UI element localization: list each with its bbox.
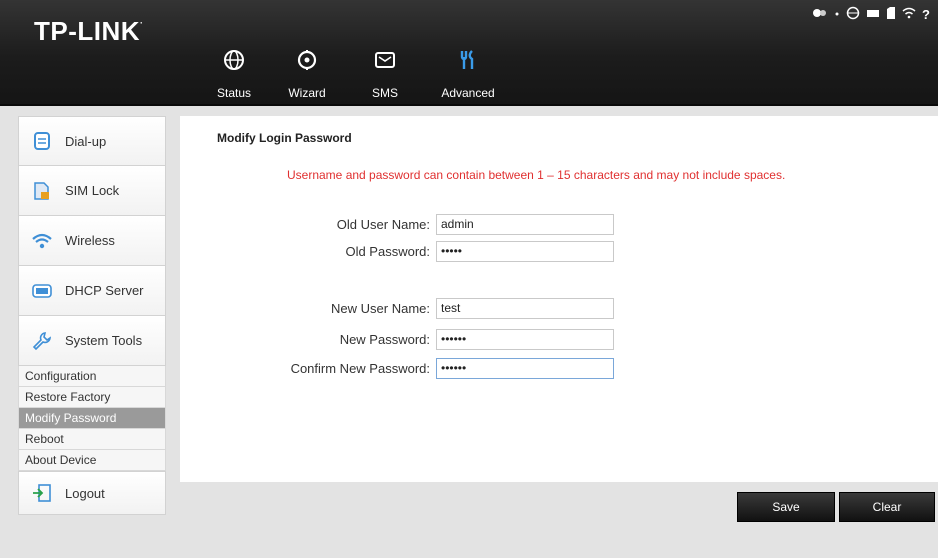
old-password-row: Old Password: (180, 240, 620, 262)
new-user-name-input[interactable] (436, 297, 614, 319)
nav-wizard[interactable]: Wizard (258, 40, 356, 104)
dot-icon (834, 6, 840, 23)
globe-icon (220, 46, 248, 74)
clear-button[interactable]: Clear (839, 492, 935, 522)
globe-status-icon (846, 6, 860, 23)
tools-icon (454, 46, 482, 74)
sidebar-subitem-configuration[interactable]: Configuration (18, 366, 166, 387)
wireless-icon (31, 230, 53, 252)
main-nav: Status Wizard SMS Advanced (210, 40, 522, 104)
sidebar-item-label: SIM Lock (65, 183, 120, 198)
nav-status-label: Status (216, 86, 252, 100)
main-content: Modify Login Password Username and passw… (180, 116, 938, 482)
status-bar: ? (812, 6, 930, 23)
sidebar-item-label: Wireless (65, 233, 115, 248)
wrench-icon (31, 330, 53, 352)
old-password-input[interactable] (436, 240, 614, 262)
nav-sms-label: SMS (371, 86, 398, 100)
sidebar-subitem-reboot[interactable]: Reboot (18, 429, 166, 450)
save-button[interactable]: Save (737, 492, 835, 522)
battery-icon (866, 6, 880, 23)
nav-sms[interactable]: SMS (356, 40, 414, 104)
old-user-label: Old User Name: (336, 216, 430, 232)
nav-wizard-label: Wizard (288, 86, 326, 100)
envelope-icon (371, 46, 399, 74)
sidebar-item-label: Dial-up (65, 133, 107, 149)
sim-icon (886, 6, 896, 23)
new-password-row: New Password: (180, 328, 620, 350)
dialup-icon (31, 130, 53, 152)
old-password-label: Old Password: (345, 243, 430, 259)
sidebar: Dial-up SIM Lock Wireless DHCP Server Sy… (18, 116, 166, 544)
sidebar-subitem-about-device[interactable]: About Device (18, 450, 166, 471)
new-user-label: New User Name: (331, 300, 430, 316)
sidebar-item-wireless[interactable]: Wireless (18, 216, 166, 266)
new-password-input[interactable] (436, 328, 614, 350)
logout-icon (31, 482, 53, 504)
nav-status[interactable]: Status (210, 40, 258, 104)
new-user-row: New User Name: (180, 297, 620, 319)
tp-link-logo: TP-LINK· (34, 16, 144, 47)
sidebar-item-label: System Tools (65, 333, 143, 348)
confirm-password-row: Confirm New Password: (180, 357, 620, 379)
sidebar-subitem-modify-password[interactable]: Modify Password (18, 408, 166, 429)
sidebar-item-system-tools[interactable]: System Tools (18, 316, 166, 366)
logo-mark: · (140, 18, 144, 28)
sidebar-item-sim-lock[interactable]: SIM Lock (18, 166, 166, 216)
sidebar-item-logout[interactable]: Logout (18, 471, 166, 515)
target-icon (293, 46, 321, 74)
nav-advanced[interactable]: Advanced (414, 40, 522, 104)
old-user-row: Old User Name: (180, 213, 620, 235)
old-user-name-input[interactable] (436, 213, 614, 235)
wifi-signal-icon (902, 6, 916, 23)
confirm-password-input[interactable] (436, 357, 614, 379)
top-header: TP-LINK· Status Wizard SMS Advanced ? (0, 0, 938, 106)
sidebar-item-label: DHCP Server (65, 283, 144, 298)
dhcp-icon (31, 280, 53, 302)
new-password-label: New Password: (339, 331, 430, 347)
sidebar-item-dial-up[interactable]: Dial-up (18, 116, 166, 166)
confirm-password-label: Confirm New Password: (290, 360, 430, 376)
logout-label: Logout (65, 485, 105, 501)
help-icon[interactable]: ? (922, 7, 930, 22)
nav-advanced-label: Advanced (441, 86, 495, 100)
link-icon (812, 6, 828, 23)
password-rules-note: Username and password can contain betwee… (287, 168, 786, 182)
page-title: Modify Login Password (217, 131, 352, 145)
sim-lock-icon (31, 180, 53, 202)
logo-text: TP-LINK (34, 16, 141, 46)
sidebar-item-dhcp-server[interactable]: DHCP Server (18, 266, 166, 316)
sidebar-subitem-restore-factory[interactable]: Restore Factory (18, 387, 166, 408)
